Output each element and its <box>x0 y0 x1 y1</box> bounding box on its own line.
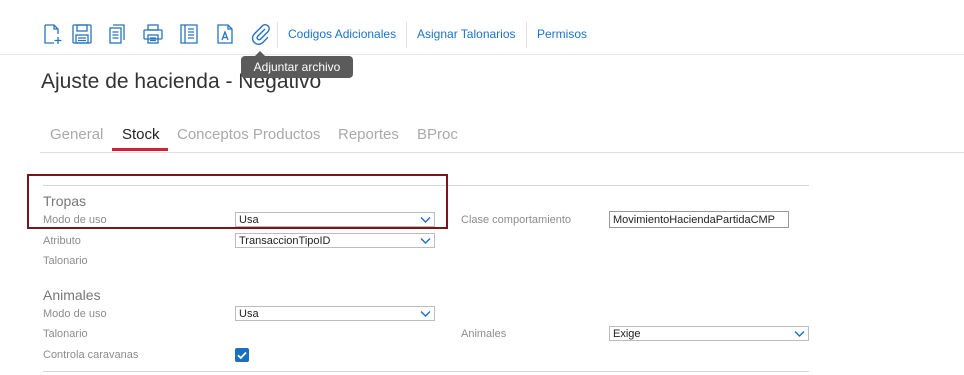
tab-reportes[interactable]: Reportes <box>338 126 399 143</box>
asignar-talonarios-link[interactable]: Asignar Talonarios <box>417 27 516 41</box>
copy-icon[interactable] <box>105 22 129 46</box>
animales-modo-de-uso-label: Modo de uso <box>43 308 107 320</box>
toolbar-separator <box>526 22 527 48</box>
select-value: TransaccionTipoID <box>239 235 331 247</box>
toolbar-separator <box>277 22 278 48</box>
tab-stock[interactable]: Stock <box>122 126 160 143</box>
clase-comportamiento-label: Clase comportamiento <box>461 214 572 226</box>
animales-talonario-label: Talonario <box>43 328 88 340</box>
toolbar: Codigos Adicionales Asignar Talonarios P… <box>0 0 964 55</box>
toolbar-separator <box>406 22 407 48</box>
document-list-icon[interactable] <box>177 22 201 46</box>
tab-general[interactable]: General <box>50 126 103 143</box>
highlight-box <box>27 174 448 229</box>
tab-bproc[interactable]: BProc <box>417 126 458 143</box>
permisos-link[interactable]: Permisos <box>537 27 587 41</box>
tab-bar: General Stock Conceptos Productos Report… <box>40 120 964 153</box>
attach-file-tooltip: Adjuntar archivo <box>241 51 353 78</box>
tropas-atributo-select[interactable]: TransaccionTipoID <box>235 233 435 248</box>
codigos-adicionales-link[interactable]: Codigos Adicionales <box>288 27 396 41</box>
animales-modo-de-uso-select[interactable]: Usa <box>235 306 435 321</box>
clase-comportamiento-input[interactable]: MovimientoHaciendaPartidaCMP <box>609 211 789 228</box>
select-value: Exige <box>613 328 641 340</box>
active-tab-indicator <box>112 148 168 151</box>
input-value: MovimientoHaciendaPartidaCMP <box>613 214 776 226</box>
section-divider <box>43 371 809 372</box>
save-icon[interactable] <box>70 22 94 46</box>
animales-label: Animales <box>461 328 507 340</box>
attach-file-icon[interactable] <box>248 22 272 46</box>
chevron-down-icon <box>420 310 431 318</box>
controla-caravanas-checkbox[interactable] <box>235 348 249 362</box>
tab-conceptos-productos[interactable]: Conceptos Productos <box>177 126 320 143</box>
chevron-down-icon <box>794 330 805 338</box>
tropas-talonario-label: Talonario <box>43 255 88 267</box>
print-icon[interactable] <box>141 22 165 46</box>
animales-section-title: Animales <box>43 287 101 303</box>
chevron-down-icon <box>420 237 431 245</box>
text-document-icon[interactable] <box>213 22 237 46</box>
select-value: Usa <box>239 308 259 320</box>
new-document-icon[interactable] <box>40 22 64 46</box>
controla-caravanas-label: Controla caravanas <box>43 349 139 361</box>
animales-select[interactable]: Exige <box>609 326 809 341</box>
tropas-atributo-label: Atributo <box>43 235 81 247</box>
